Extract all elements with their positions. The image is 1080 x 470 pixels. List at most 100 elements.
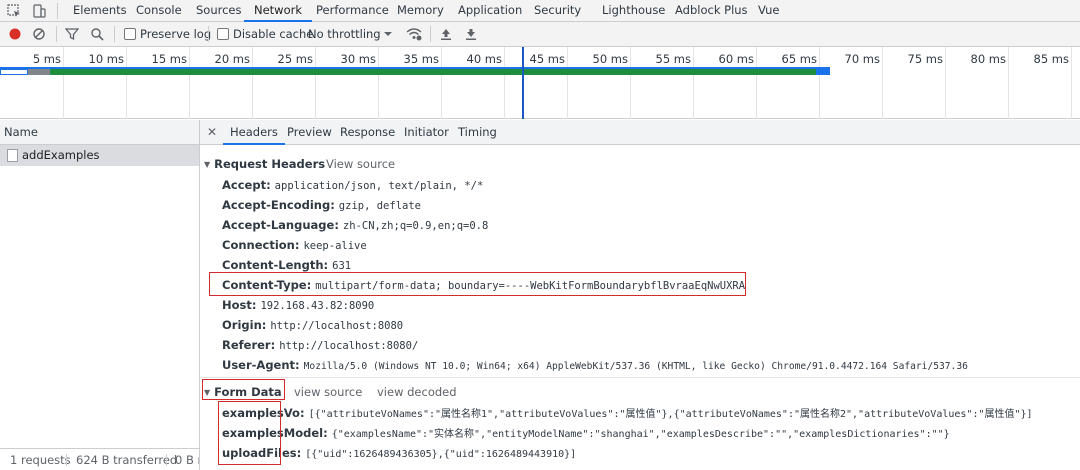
tab-network[interactable]: Network xyxy=(243,0,313,22)
timeline-gridline xyxy=(630,47,631,119)
network-summary-bar: 1 requests 624 B transferred 0 B r xyxy=(0,448,199,470)
disable-cache-checkbox[interactable] xyxy=(217,28,229,40)
timeline-tick-label: 55 ms xyxy=(655,52,691,66)
form-fields-highlight-box xyxy=(218,401,281,465)
timeline-request-bar xyxy=(0,69,28,75)
tab-memory[interactable]: Memory xyxy=(397,0,444,21)
device-toolbar-icon[interactable] xyxy=(31,3,47,19)
timeline-tick-label: 10 ms xyxy=(88,52,124,66)
tab-application[interactable]: Application xyxy=(458,0,522,21)
toolbar-divider xyxy=(114,26,115,42)
header-row: Connection: keep-alive xyxy=(222,236,367,254)
timeline-gridline xyxy=(1071,47,1072,119)
toolbar-divider xyxy=(208,26,209,42)
toolbar-divider xyxy=(56,26,57,42)
tab-timing[interactable]: Timing xyxy=(458,120,497,144)
preserve-log-checkbox[interactable] xyxy=(124,28,136,40)
import-har-icon[interactable] xyxy=(440,26,452,42)
header-name: Accept-Language: xyxy=(222,218,339,232)
tab-vue[interactable]: Vue xyxy=(758,0,779,21)
request-row[interactable]: addExamples xyxy=(0,145,199,166)
timeline-tick-label: 85 ms xyxy=(1033,52,1069,66)
header-name: Content-Length: xyxy=(222,258,329,272)
tab-elements[interactable]: Elements xyxy=(73,0,127,21)
network-conditions-icon[interactable] xyxy=(406,26,422,42)
timeline-gridline xyxy=(819,47,820,119)
timeline-tick-label: 40 ms xyxy=(466,52,502,66)
tab-lighthouse[interactable]: Lighthouse xyxy=(602,0,665,21)
timeline-tick-label: 30 ms xyxy=(340,52,376,66)
header-value: application/json, text/plain, */* xyxy=(274,180,484,192)
header-row: Accept-Encoding: gzip, deflate xyxy=(222,196,421,214)
header-value: 631 xyxy=(332,260,352,272)
timeline-gridline xyxy=(693,47,694,119)
header-row: User-Agent: Mozilla/5.0 (Windows NT 10.0;… xyxy=(222,356,968,374)
timeline-gridline xyxy=(63,47,64,119)
request-name: addExamples xyxy=(22,148,100,162)
header-name: Accept-Encoding: xyxy=(222,198,335,212)
status-divider xyxy=(166,454,167,466)
network-toolbar: Preserve log Disable cache No throttling xyxy=(0,22,1080,47)
view-source-link[interactable]: View source xyxy=(326,155,395,173)
header-value: gzip, deflate xyxy=(338,200,421,212)
timeline-overview[interactable]: 5 ms 10 ms 15 ms 20 ms 25 ms 30 ms 35 ms… xyxy=(0,47,1080,119)
disable-cache-label: Disable cache xyxy=(233,27,314,41)
section-divider xyxy=(200,377,1080,378)
filter-icon[interactable] xyxy=(64,26,80,42)
timeline-tick-label: 50 ms xyxy=(592,52,628,66)
timeline-tick-label: 65 ms xyxy=(781,52,817,66)
timeline-gridline xyxy=(378,47,379,119)
tab-preview[interactable]: Preview xyxy=(287,120,332,144)
form-view-source-link[interactable]: view source xyxy=(294,383,362,401)
request-headers-title: Request Headers xyxy=(214,157,326,171)
form-data-highlight-box xyxy=(202,379,285,400)
chevron-down-icon[interactable] xyxy=(383,26,393,42)
search-icon[interactable] xyxy=(90,26,104,42)
tab-sources[interactable]: Sources xyxy=(196,0,242,21)
timeline-gridline xyxy=(567,47,568,119)
timeline-gridline xyxy=(189,47,190,119)
timeline-request-bar xyxy=(816,69,830,75)
form-field-value: [{"attributeVoNames":"属性名称1","attributeV… xyxy=(308,409,1033,420)
header-row: Host: 192.168.43.82:8090 xyxy=(222,296,374,314)
header-row: Accept-Language: zh-CN,zh;q=0.9,en;q=0.8 xyxy=(222,216,488,234)
timeline-gridline xyxy=(882,47,883,119)
tab-console[interactable]: Console xyxy=(136,0,182,21)
tab-headers[interactable]: Headers xyxy=(223,120,285,145)
tab-security[interactable]: Security xyxy=(534,0,581,21)
inspect-element-icon[interactable] xyxy=(6,3,22,19)
timeline-gridline xyxy=(504,47,505,119)
tab-initiator[interactable]: Initiator xyxy=(404,120,449,144)
document-icon xyxy=(7,149,18,162)
timeline-request-bar xyxy=(28,69,50,75)
clear-icon[interactable] xyxy=(32,26,46,42)
toolbar-divider xyxy=(430,26,431,42)
record-icon[interactable] xyxy=(8,26,22,42)
tab-performance[interactable]: Performance xyxy=(316,0,389,21)
timeline-tick-label: 70 ms xyxy=(844,52,880,66)
request-headers-toggle[interactable]: ▼ Request Headers xyxy=(204,155,325,173)
export-har-icon[interactable] xyxy=(465,26,477,42)
content-type-highlight-box xyxy=(209,272,746,296)
close-icon[interactable]: ✕ xyxy=(207,125,219,139)
timeline-gridline xyxy=(945,47,946,119)
header-value: http://localhost:8080 xyxy=(270,320,404,332)
devtools-tab-bar: Elements Console Sources Network Perform… xyxy=(0,0,1080,22)
header-value: 192.168.43.82:8090 xyxy=(260,300,375,312)
header-name: Referer: xyxy=(222,338,276,352)
throttling-select[interactable]: No throttling xyxy=(308,27,381,42)
form-data-row: examplesVo: [{"attributeVoNames":"属性名称1",… xyxy=(222,404,1033,422)
form-data-row: examplesModel: {"examplesName":"实体名称","en… xyxy=(222,424,950,442)
toolbar-divider xyxy=(57,3,58,19)
header-row: Accept: application/json, text/plain, */* xyxy=(222,176,483,194)
tab-adblock-plus[interactable]: Adblock Plus xyxy=(675,0,748,21)
timeline-tick-label: 15 ms xyxy=(151,52,187,66)
timeline-load-marker xyxy=(522,47,524,119)
header-value: Mozilla/5.0 (Windows NT 10.0; Win64; x64… xyxy=(303,361,968,372)
tab-response[interactable]: Response xyxy=(340,120,395,144)
header-row: Referer: http://localhost:8080/ xyxy=(222,336,418,354)
header-name: Connection: xyxy=(222,238,300,252)
name-column-header[interactable]: Name xyxy=(0,120,199,145)
timeline-tick-label: 20 ms xyxy=(214,52,250,66)
view-decoded-link[interactable]: view decoded xyxy=(377,383,457,401)
